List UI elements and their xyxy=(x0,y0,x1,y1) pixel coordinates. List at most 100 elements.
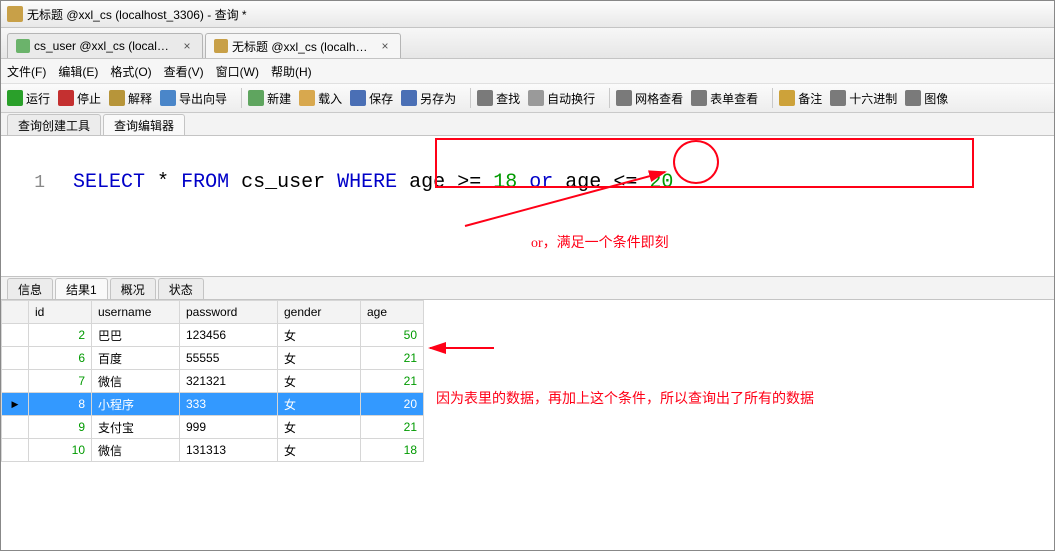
cell-age[interactable]: 50 xyxy=(361,324,424,347)
sql-editor[interactable]: 1SELECT * FROM cs_user WHERE age >= 18 o… xyxy=(1,136,1054,277)
cell-id[interactable]: 6 xyxy=(29,347,92,370)
btn-label: 图像 xyxy=(924,90,948,107)
table-row[interactable]: 6百度55555女21 xyxy=(2,347,424,370)
explain-button[interactable]: 解释 xyxy=(109,90,152,107)
cell-password[interactable]: 333 xyxy=(180,393,278,416)
wrap-button[interactable]: 自动换行 xyxy=(528,90,595,107)
toolbar: 运行 停止 解释 导出向导 新建 载入 保存 另存为 查找 自动换行 网格查看 … xyxy=(1,84,1054,113)
grid-view-button[interactable]: 网格查看 xyxy=(616,90,683,107)
cell-age[interactable]: 21 xyxy=(361,416,424,439)
btn-label: 运行 xyxy=(26,90,50,107)
tab-label: cs_user @xxl_cs (localho... xyxy=(34,39,174,53)
cell-username[interactable]: 百度 xyxy=(92,347,180,370)
col-gender[interactable]: gender xyxy=(278,301,361,324)
row-header[interactable] xyxy=(2,347,29,370)
cell-username[interactable]: 小程序 xyxy=(92,393,180,416)
row-header[interactable] xyxy=(2,439,29,462)
btn-label: 保存 xyxy=(369,90,393,107)
cell-gender[interactable]: 女 xyxy=(278,416,361,439)
sql-num: 18 xyxy=(493,171,517,194)
btn-label: 导出向导 xyxy=(179,90,227,107)
menu-window[interactable]: 窗口(W) xyxy=(216,63,259,80)
search-icon xyxy=(477,90,493,106)
cell-password[interactable]: 123456 xyxy=(180,324,278,347)
save-as-button[interactable]: 另存为 xyxy=(401,90,456,107)
tab-cs-user[interactable]: cs_user @xxl_cs (localho... × xyxy=(7,33,203,58)
menu-file[interactable]: 文件(F) xyxy=(7,63,46,80)
btn-label: 备注 xyxy=(798,90,822,107)
row-header[interactable] xyxy=(2,393,29,416)
image-button[interactable]: 图像 xyxy=(905,90,948,107)
find-button[interactable]: 查找 xyxy=(477,90,520,107)
cell-username[interactable]: 微信 xyxy=(92,370,180,393)
stop-icon xyxy=(58,90,74,106)
table-row[interactable]: 10微信131313女18 xyxy=(2,439,424,462)
tab-icon xyxy=(214,39,228,53)
cell-username[interactable]: 巴巴 xyxy=(92,324,180,347)
cell-password[interactable]: 321321 xyxy=(180,370,278,393)
col-username[interactable]: username xyxy=(92,301,180,324)
save-button[interactable]: 保存 xyxy=(350,90,393,107)
cell-id[interactable]: 7 xyxy=(29,370,92,393)
hex-button[interactable]: 十六进制 xyxy=(830,90,897,107)
new-button[interactable]: 新建 xyxy=(248,90,291,107)
btn-label: 网格查看 xyxy=(635,90,683,107)
comment-button[interactable]: 备注 xyxy=(779,90,822,107)
col-id[interactable]: id xyxy=(29,301,92,324)
cell-gender[interactable]: 女 xyxy=(278,324,361,347)
table-row[interactable]: 8小程序333女20 xyxy=(2,393,424,416)
tab-status[interactable]: 状态 xyxy=(158,278,204,299)
tab-query-editor[interactable]: 查询编辑器 xyxy=(103,114,185,135)
cell-age[interactable]: 18 xyxy=(361,439,424,462)
cell-gender[interactable]: 女 xyxy=(278,370,361,393)
tab-query-untitled[interactable]: 无标题 @xxl_cs (localho... × xyxy=(205,33,401,58)
cell-age[interactable]: 21 xyxy=(361,347,424,370)
btn-label: 表单查看 xyxy=(710,90,758,107)
close-icon[interactable]: × xyxy=(180,39,194,53)
cell-age[interactable]: 20 xyxy=(361,393,424,416)
cell-id[interactable]: 9 xyxy=(29,416,92,439)
cell-id[interactable]: 2 xyxy=(29,324,92,347)
table-row[interactable]: 9支付宝999女21 xyxy=(2,416,424,439)
cell-id[interactable]: 8 xyxy=(29,393,92,416)
menu-view[interactable]: 查看(V) xyxy=(164,63,204,80)
cell-gender[interactable]: 女 xyxy=(278,439,361,462)
col-password[interactable]: password xyxy=(180,301,278,324)
export-button[interactable]: 导出向导 xyxy=(160,90,227,107)
table-row[interactable]: 7微信321321女21 xyxy=(2,370,424,393)
cell-password[interactable]: 999 xyxy=(180,416,278,439)
cell-username[interactable]: 支付宝 xyxy=(92,416,180,439)
form-view-button[interactable]: 表单查看 xyxy=(691,90,758,107)
menu-format[interactable]: 格式(O) xyxy=(110,63,151,80)
tab-query-builder[interactable]: 查询创建工具 xyxy=(7,114,101,135)
new-icon xyxy=(248,90,264,106)
col-age[interactable]: age xyxy=(361,301,424,324)
run-button[interactable]: 运行 xyxy=(7,90,50,107)
cell-username[interactable]: 微信 xyxy=(92,439,180,462)
editor-tabstrip: 查询创建工具 查询编辑器 xyxy=(1,113,1054,136)
tab-result1[interactable]: 结果1 xyxy=(55,278,108,299)
menu-help[interactable]: 帮助(H) xyxy=(271,63,312,80)
cell-password[interactable]: 131313 xyxy=(180,439,278,462)
sql-op: >= xyxy=(457,171,481,194)
menu-edit[interactable]: 编辑(E) xyxy=(58,63,98,80)
cell-age[interactable]: 21 xyxy=(361,370,424,393)
save-icon xyxy=(350,90,366,106)
tab-profile[interactable]: 概况 xyxy=(110,278,156,299)
cell-id[interactable]: 10 xyxy=(29,439,92,462)
table-row[interactable]: 2巴巴123456女50 xyxy=(2,324,424,347)
stop-button[interactable]: 停止 xyxy=(58,90,101,107)
separator xyxy=(241,88,242,108)
close-icon[interactable]: × xyxy=(378,39,392,53)
row-header[interactable] xyxy=(2,370,29,393)
result-grid[interactable]: id username password gender age 2巴巴12345… xyxy=(1,300,424,462)
cell-password[interactable]: 55555 xyxy=(180,347,278,370)
load-button[interactable]: 载入 xyxy=(299,90,342,107)
cell-gender[interactable]: 女 xyxy=(278,393,361,416)
row-header[interactable] xyxy=(2,416,29,439)
btn-label: 查找 xyxy=(496,90,520,107)
row-header[interactable] xyxy=(2,324,29,347)
cell-gender[interactable]: 女 xyxy=(278,347,361,370)
window-title: 无标题 @xxl_cs (localhost_3306) - 查询 * xyxy=(27,6,247,23)
tab-info[interactable]: 信息 xyxy=(7,278,53,299)
